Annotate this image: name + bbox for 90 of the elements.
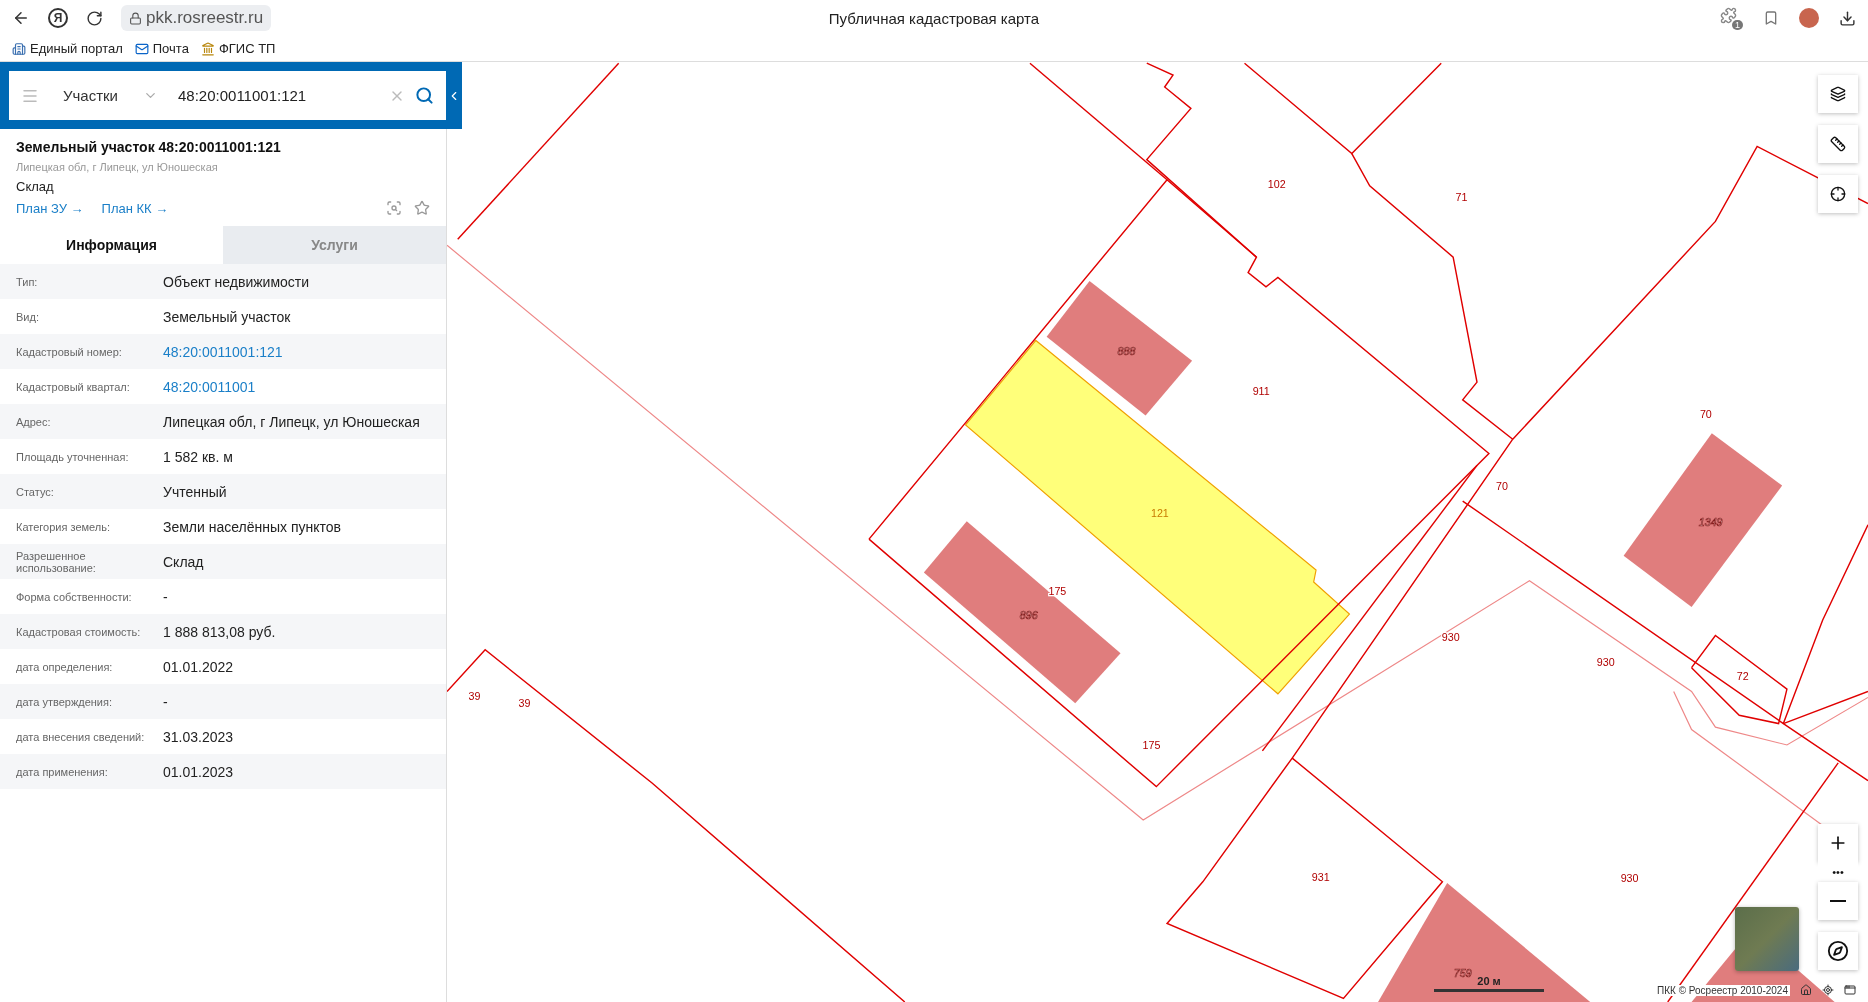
parcel-number: 121 [1150, 506, 1169, 519]
page-title: Публичная кадастровая карта [828, 9, 1040, 27]
field-label: Площадь уточненная: [16, 450, 130, 463]
field-value: 01.01.2022 [163, 658, 234, 675]
parcel-number: 931 [1311, 870, 1330, 883]
emblem-icon [200, 41, 215, 56]
avatar[interactable] [1799, 8, 1819, 28]
parcel-number: 39 [518, 696, 531, 709]
bookmark-link[interactable]: Единый портал [12, 41, 123, 56]
building-icon [12, 41, 26, 56]
zoom-out-button[interactable] [1818, 882, 1858, 920]
field-value: Объект недвижимости [163, 273, 310, 290]
field-value: 1 582 кв. м [163, 448, 233, 465]
field-value: Липецкая обл, г Липецк, ул Юношеская [163, 413, 420, 430]
ruler-button[interactable] [1818, 125, 1858, 163]
parcel-number: 102 [1267, 178, 1286, 191]
parcel-number: 71 [1455, 191, 1468, 204]
field-label: Вид: [16, 310, 40, 323]
crosshair-icon [1830, 186, 1846, 202]
parcel-number: 888 [1117, 344, 1136, 357]
field-label: Разрешенное использование: [16, 549, 97, 574]
parcel-number: 70 [1699, 407, 1712, 420]
reload-icon[interactable] [86, 9, 103, 27]
field-value: Склад [163, 553, 204, 570]
parcel-number: 930 [1441, 631, 1460, 644]
selected-parcel[interactable] [964, 339, 1351, 695]
zoom-in-button[interactable] [1818, 824, 1858, 862]
parcel-number: 911 [1252, 385, 1270, 398]
field-value: Земельный участок [163, 308, 291, 325]
bookmark-link[interactable]: ФГИС ТП [200, 41, 276, 56]
address-field[interactable]: pkk.rosreestr.ru [121, 5, 272, 31]
field-label: дата утверждения: [16, 695, 113, 708]
scale-label: 20 м [1477, 975, 1501, 987]
field-value: Учтенный [163, 483, 227, 500]
search-icon[interactable] [415, 86, 434, 105]
value-link[interactable]: 48:20:0011001 [163, 378, 256, 395]
plan-link[interactable]: План КК → [101, 200, 169, 216]
field-value: 1 888 813,08 руб. [163, 623, 276, 640]
star-icon[interactable] [414, 200, 430, 216]
parcel-number: 896 [1019, 608, 1038, 621]
value-link[interactable]: 48:20:0011001:121 [163, 343, 283, 360]
parcel-number: 175 [1142, 738, 1161, 751]
parcel-address: Липецкая обл, г Липецк, ул Юношеская [16, 161, 219, 173]
parcel-number: 72 [1736, 669, 1749, 682]
parcel-number: 930 [1596, 656, 1615, 669]
plan-link[interactable]: План ЗУ → [16, 200, 84, 216]
preview-icon[interactable] [386, 200, 402, 216]
field-label: Кадастровый квартал: [16, 380, 131, 393]
back-icon[interactable] [12, 9, 30, 27]
field-value: - [163, 693, 168, 710]
bookmark-link[interactable]: Почта [134, 41, 189, 56]
minus-icon [1830, 900, 1846, 902]
field-label: дата внесения сведений: [16, 730, 146, 743]
field-value: 31.03.2023 [163, 728, 234, 745]
layers-icon [1830, 86, 1846, 102]
crosshair-icon[interactable] [1822, 984, 1834, 996]
compass-button[interactable] [1818, 932, 1858, 970]
parcel-number: 175 [1048, 585, 1067, 598]
field-value: Земли населённых пунктов [163, 518, 342, 535]
lock-icon [129, 11, 142, 25]
compass-icon [1827, 940, 1849, 962]
field-label: Адрес: [16, 415, 52, 428]
parcel-number: 39 [468, 689, 481, 702]
locate-button[interactable] [1818, 175, 1858, 213]
browser-logo[interactable]: Я [48, 8, 68, 28]
parcel-number: 70 [1496, 480, 1508, 493]
home-icon[interactable] [1800, 984, 1812, 996]
download-icon[interactable] [1839, 9, 1856, 27]
parcel-number: 930 [1620, 871, 1639, 884]
field-label: Статус: [16, 485, 55, 498]
field-label: Кадастровый номер: [16, 345, 123, 358]
field-value: - [163, 588, 168, 605]
layer-select[interactable]: Участки [63, 87, 133, 104]
bookmark-icon[interactable] [1763, 10, 1779, 26]
field-label: Форма собственности: [16, 590, 133, 603]
mail-icon [134, 41, 149, 56]
field-label: дата определения: [16, 660, 114, 673]
field-label: Кадастровая стоимость: [16, 625, 142, 638]
layers-button[interactable] [1818, 75, 1858, 113]
parcel-number: 759 [1453, 967, 1472, 979]
parcel-number: 1349 [1698, 516, 1723, 529]
parcel-usage: Склад [16, 179, 55, 194]
parcel-title: Земельный участок 48:20:0011001:121 [16, 139, 282, 155]
copyright-text: ПКК © Росреестр 2010-2024 [1655, 984, 1790, 996]
field-label: дата применения: [16, 765, 109, 778]
window-icon[interactable] [1844, 984, 1856, 996]
field-label: Категория земель: [16, 520, 112, 533]
field-label: Тип: [16, 275, 39, 288]
field-value: 01.01.2023 [163, 763, 234, 780]
ruler-icon [1830, 136, 1846, 152]
